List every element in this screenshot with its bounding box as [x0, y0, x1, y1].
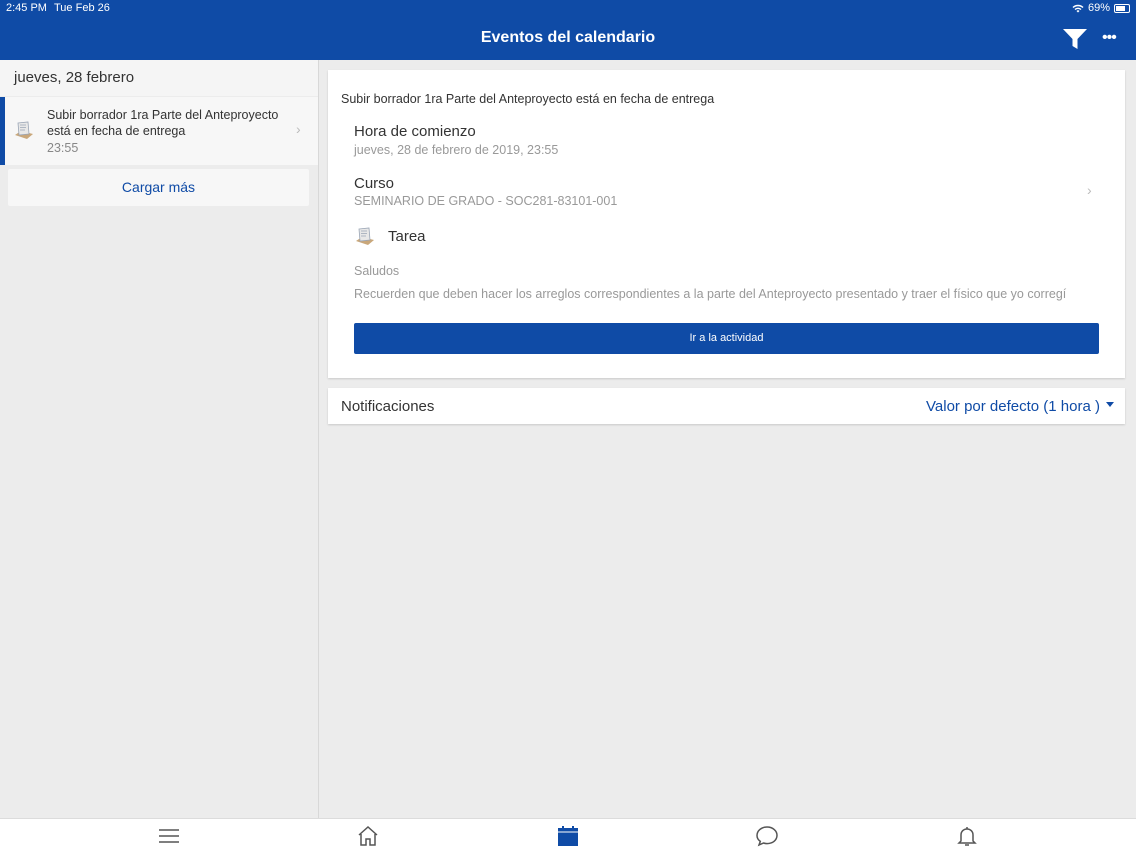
page-title: Eventos del calendario	[480, 29, 656, 46]
course-label: Curso	[354, 175, 395, 192]
events-list-pane: jueves, 28 febrero Subir borrador 1ra Pa…	[0, 60, 319, 818]
event-list-item[interactable]: Subir borrador 1ra Parte del Anteproyect…	[0, 97, 318, 165]
filter-icon[interactable]	[1062, 28, 1088, 50]
more-options-icon[interactable]: •••	[1102, 30, 1117, 46]
status-indicators: 69%	[1072, 2, 1130, 14]
start-time-value: jueves, 28 de febrero de 2019, 23:55	[354, 143, 559, 157]
event-detail-card: Subir borrador 1ra Parte del Anteproyect…	[328, 70, 1125, 378]
top-bar: 2:45 PM Tue Feb 26 69% Eventos del calen…	[0, 0, 1136, 60]
chevron-right-icon: ›	[296, 121, 301, 137]
notification-time-value: Valor por defecto (1 hora )	[926, 398, 1100, 415]
day-header: jueves, 28 febrero	[0, 60, 318, 96]
course-value: SEMINARIO DE GRADO - SOC281-83101-001	[354, 194, 618, 208]
description-line: Saludos	[354, 264, 400, 278]
wifi-icon	[1072, 4, 1084, 12]
notifications-row: Notificaciones Valor por defecto (1 hora…	[328, 388, 1125, 424]
status-date: Tue Feb 26	[54, 2, 110, 14]
notifications-icon[interactable]	[955, 824, 979, 848]
notification-time-select[interactable]: Valor por defecto (1 hora )	[926, 398, 1114, 415]
home-icon[interactable]	[356, 824, 380, 848]
event-detail-title: Subir borrador 1ra Parte del Anteproyect…	[341, 92, 715, 106]
load-more-button[interactable]: Cargar más	[8, 169, 309, 206]
description-line: Recuerden que deben hacer los arreglos c…	[354, 287, 1067, 301]
battery-percent: 69%	[1087, 2, 1110, 14]
event-time: 23:55	[47, 141, 79, 155]
module-type-label: Tarea	[388, 228, 426, 245]
messages-icon[interactable]	[755, 824, 779, 848]
start-time-label: Hora de comienzo	[354, 123, 476, 140]
event-title: Subir borrador 1ra Parte del Anteproyect…	[47, 108, 279, 138]
assignment-icon	[356, 227, 374, 245]
status-time: 2:45 PM	[6, 2, 47, 14]
chevron-right-icon: ›	[1087, 182, 1092, 198]
battery-icon	[1114, 3, 1130, 13]
caret-down-icon	[1106, 401, 1114, 407]
assignment-icon	[15, 121, 33, 139]
bottom-tab-bar	[0, 818, 1136, 853]
menu-icon[interactable]	[157, 824, 181, 848]
calendar-icon[interactable]	[556, 824, 580, 848]
go-to-activity-button[interactable]: Ir a la actividad	[354, 323, 1099, 354]
notifications-label: Notificaciones	[341, 398, 435, 415]
